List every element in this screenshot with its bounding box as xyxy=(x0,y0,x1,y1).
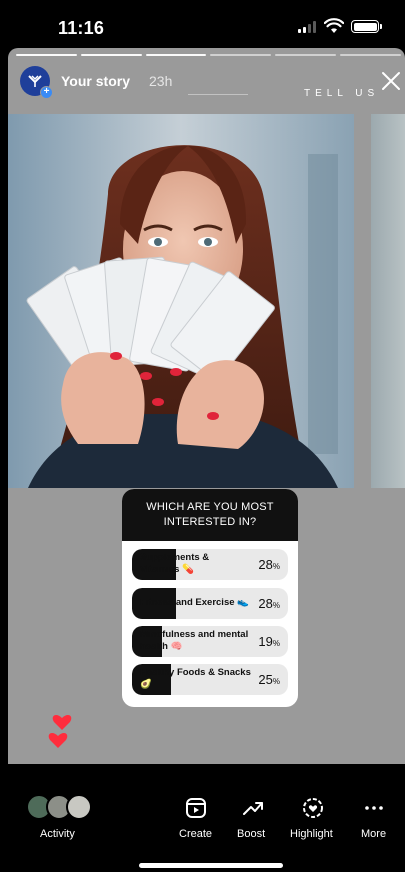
poll-option-label: Vitamins 💊 xyxy=(140,564,194,575)
story-username[interactable]: Your story xyxy=(61,73,130,89)
boost-icon[interactable] xyxy=(241,796,265,820)
battery-icon xyxy=(351,20,382,33)
activity-button[interactable]: Activity xyxy=(40,828,75,840)
story-age: 23h xyxy=(149,73,173,89)
poll-option-label: Mindfulness and mental xyxy=(140,629,249,640)
boost-button[interactable]: Boost xyxy=(237,828,265,840)
poll-option-label: Supplements & xyxy=(140,552,210,563)
status-bar: 11:16 xyxy=(0,0,405,52)
story-photo xyxy=(8,114,354,488)
more-icon[interactable] xyxy=(362,796,386,820)
divider xyxy=(188,94,248,95)
story-header: + Your story 23h TELL US xyxy=(8,64,405,104)
poll-option-label: 🥑 xyxy=(140,679,152,690)
home-indicator xyxy=(139,863,283,868)
status-time: 11:16 xyxy=(58,18,105,38)
poll-sticker[interactable]: WHICH ARE YOU MOST INTERESTED IN? Supple… xyxy=(122,489,298,707)
poll-option-healthy-foods[interactable]: Healthy Foods & Snacks 🥑 25% xyxy=(132,664,288,695)
poll-option-percent: 25% xyxy=(258,672,280,687)
poll-question-line2: INTERESTED IN? xyxy=(163,516,257,528)
poll-option-percent: 19% xyxy=(258,634,280,649)
poll-option-fitness[interactable]: Fitness and Exercise 👟 28% xyxy=(132,588,288,619)
poll-option-mindfulness[interactable]: Mindfulness and mental health 🧠 19% xyxy=(132,626,288,657)
poll-option-label: health 🧠 xyxy=(140,641,183,652)
poll-option-label: Healthy Foods & Snacks xyxy=(140,667,251,678)
create-button[interactable]: Create xyxy=(179,828,212,840)
wifi-icon xyxy=(324,18,344,33)
more-button[interactable]: More xyxy=(361,828,386,840)
story-progress xyxy=(16,54,401,57)
poll-question: WHICH ARE YOU MOST INTERESTED IN? xyxy=(122,489,298,541)
highlight-icon[interactable] xyxy=(301,796,325,820)
poll-option-supplements[interactable]: Supplements & Vitamins 💊 28% xyxy=(132,549,288,580)
next-story-preview xyxy=(371,114,405,488)
create-icon[interactable] xyxy=(184,796,208,820)
story-viewer[interactable]: + Your story 23h TELL US WHICH ARE YOU M… xyxy=(8,48,405,764)
activity-avatars[interactable] xyxy=(26,794,96,822)
poll-question-line1: WHICH ARE YOU MOST xyxy=(146,501,274,513)
heart-icon xyxy=(48,715,72,748)
story-bottom-bar: Activity Create Boost Highlight More xyxy=(0,764,405,872)
poll-option-percent: 28% xyxy=(258,596,280,611)
poll-option-percent: 28% xyxy=(258,557,280,572)
poll-option-label: Fitness and Exercise 👟 xyxy=(140,597,249,608)
close-icon[interactable] xyxy=(380,70,402,92)
add-story-icon[interactable]: + xyxy=(40,86,53,99)
highlight-button[interactable]: Highlight xyxy=(290,828,333,840)
signal-icon xyxy=(298,21,316,33)
tell-us-text: TELL US xyxy=(304,88,380,99)
